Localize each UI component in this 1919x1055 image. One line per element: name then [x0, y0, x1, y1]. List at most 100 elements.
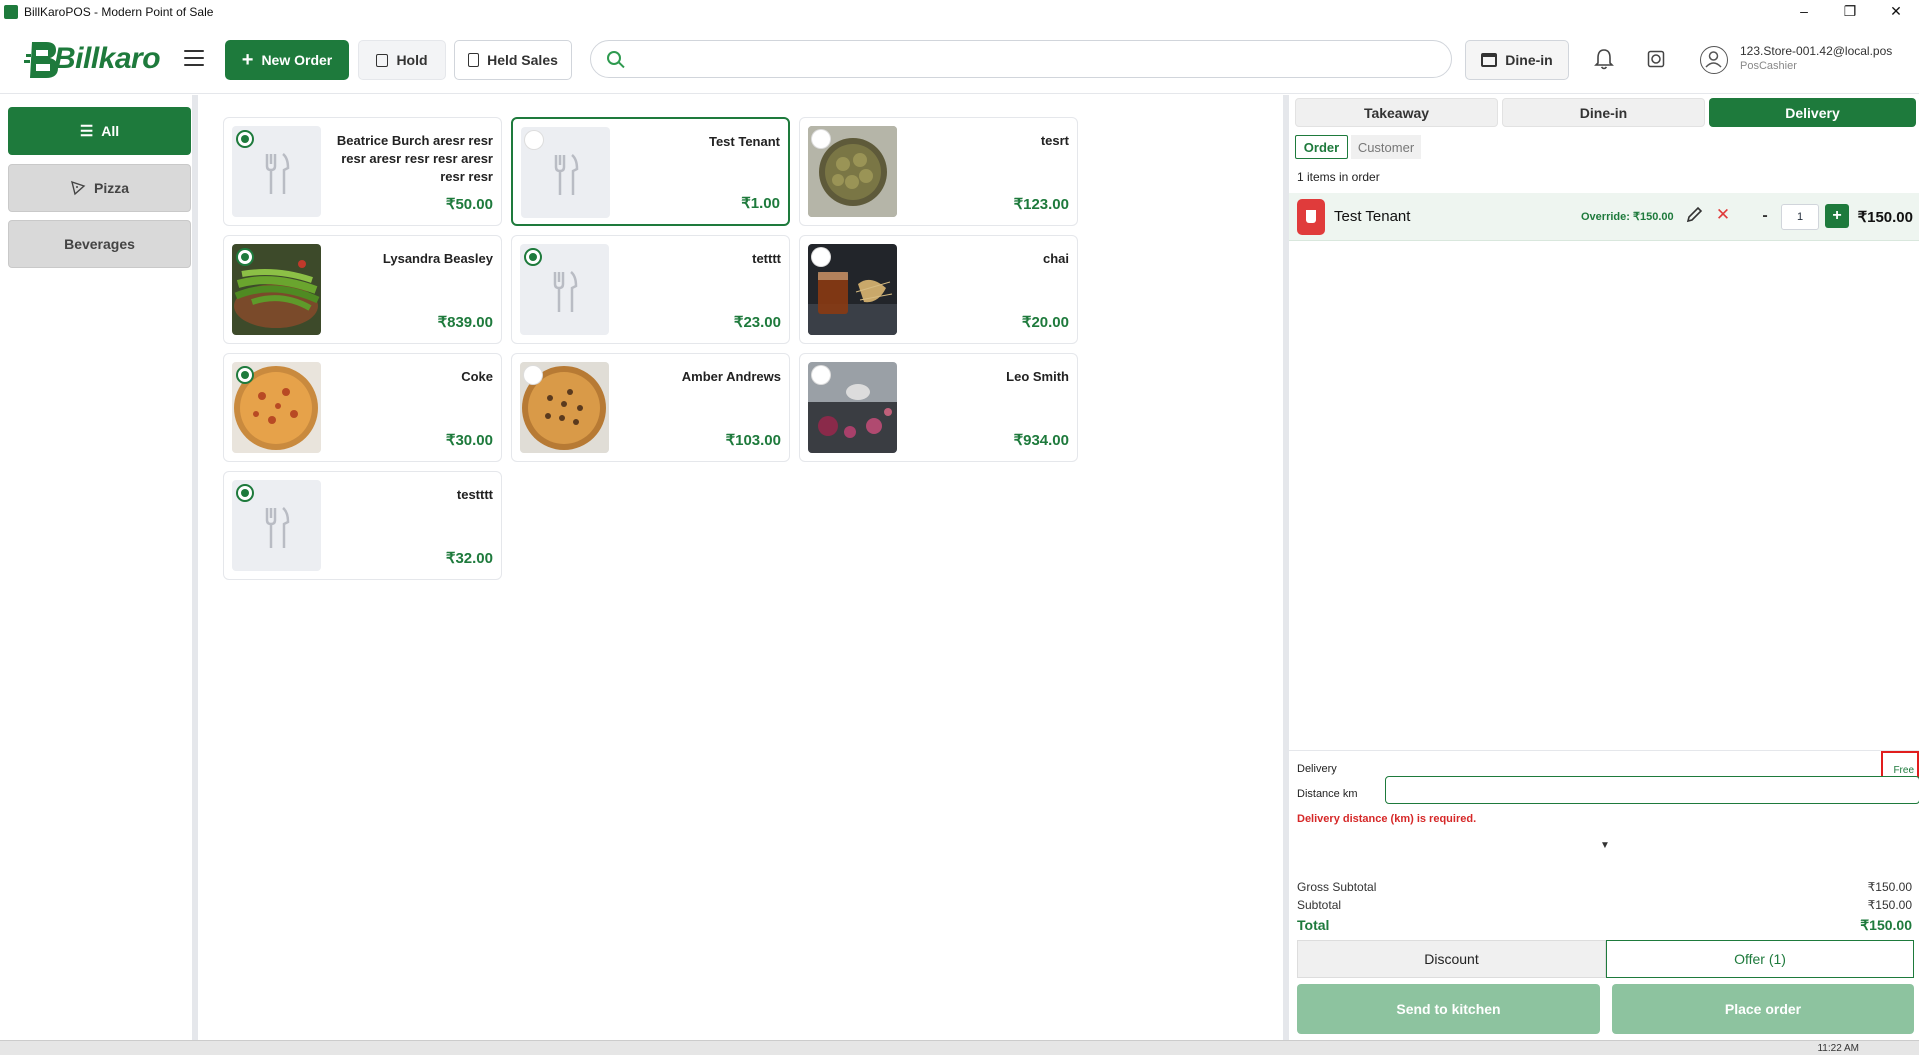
- product-price: ₹20.00: [1021, 314, 1069, 331]
- product-price: ₹934.00: [1013, 432, 1069, 449]
- subtab-order[interactable]: Order: [1295, 135, 1348, 159]
- subtotal-row: Subtotal ₹150.00: [1297, 898, 1912, 912]
- table-icon: [1481, 53, 1498, 67]
- product-radio[interactable]: [236, 366, 254, 384]
- subtab-customer[interactable]: Customer: [1351, 135, 1421, 159]
- line-item-name: Test Tenant: [1334, 208, 1411, 225]
- sync-icon[interactable]: [1642, 45, 1670, 73]
- product-price: ₹123.00: [1013, 196, 1069, 213]
- search-input[interactable]: [633, 41, 1433, 77]
- search-bar: [590, 40, 1452, 78]
- held-sales-button[interactable]: Held Sales: [454, 40, 572, 80]
- product-card[interactable]: tesrt ₹123.00: [799, 117, 1078, 226]
- logo-mark-icon: [24, 42, 58, 78]
- new-order-button[interactable]: + New Order: [225, 40, 349, 80]
- restore-icon[interactable]: ❐: [1827, 0, 1873, 24]
- product-card[interactable]: Coke ₹30.00: [223, 353, 502, 462]
- category-label: All: [101, 123, 120, 139]
- product-name: Lysandra Beasley: [382, 251, 493, 266]
- total-label: Total: [1297, 917, 1330, 933]
- hold-button[interactable]: Hold: [358, 40, 446, 80]
- os-taskbar: 11:22 AM: [0, 1040, 1919, 1055]
- product-radio[interactable]: [812, 248, 830, 266]
- discount-button[interactable]: Discount: [1297, 940, 1606, 978]
- product-name: Leo Smith: [1006, 369, 1069, 384]
- product-price: ₹32.00: [445, 550, 493, 567]
- bell-icon[interactable]: [1590, 45, 1618, 73]
- product-price: ₹839.00: [437, 314, 493, 331]
- cutlery-icon: [265, 153, 290, 194]
- category-label: Beverages: [64, 236, 135, 252]
- category-label: Pizza: [93, 180, 129, 196]
- qty-decrease-button[interactable]: -: [1753, 205, 1777, 229]
- cutlery-icon: [265, 507, 290, 548]
- product-card[interactable]: Test Tenant ₹1.00: [511, 117, 790, 226]
- delivery-section: Delivery Free Distance km Delivery dista…: [1289, 750, 1919, 845]
- product-card[interactable]: Amber Andrews ₹103.00: [511, 353, 790, 462]
- product-price: ₹23.00: [733, 314, 781, 331]
- distance-input[interactable]: [1385, 776, 1919, 804]
- product-card[interactable]: Beatrice Burch aresr resr resr aresr res…: [223, 117, 502, 226]
- user-role: PosCashier: [1740, 60, 1797, 72]
- price-override: Override: ₹150.00: [1581, 211, 1674, 223]
- product-card[interactable]: Leo Smith ₹934.00: [799, 353, 1078, 462]
- product-card[interactable]: testttt ₹32.00: [223, 471, 502, 580]
- category-beverages[interactable]: Beverages: [8, 220, 191, 268]
- collapse-toggle-icon[interactable]: ▼: [1595, 840, 1615, 854]
- dine-in-mode-button[interactable]: Dine-in: [1465, 40, 1569, 80]
- product-radio[interactable]: [236, 130, 254, 148]
- close-icon[interactable]: ✕: [1873, 0, 1919, 24]
- product-name: testttt: [456, 487, 493, 502]
- cutlery-icon: [554, 154, 579, 195]
- pizza-icon: [70, 180, 86, 196]
- qty-increase-button[interactable]: +: [1825, 204, 1849, 228]
- product-card[interactable]: Lysandra Beasley ₹839.00: [223, 235, 502, 344]
- tab-delivery[interactable]: Delivery: [1709, 98, 1916, 127]
- line-item-price: ₹150.00: [1857, 209, 1913, 226]
- tab-dine-in[interactable]: Dine-in: [1502, 98, 1705, 127]
- minimize-icon[interactable]: –: [1781, 0, 1827, 24]
- app-icon: [4, 5, 18, 19]
- product-card[interactable]: tetttt ₹23.00: [511, 235, 790, 344]
- tab-takeaway[interactable]: Takeaway: [1295, 98, 1498, 127]
- total-value: ₹150.00: [1860, 917, 1912, 933]
- send-to-kitchen-button[interactable]: Send to kitchen: [1297, 984, 1600, 1034]
- product-price: ₹50.00: [445, 196, 493, 213]
- pause-icon: [376, 53, 389, 67]
- user-profile[interactable]: 123.Store-001.42@local.pos PosCashier: [1700, 42, 1910, 78]
- order-panel: Takeaway Dine-in Delivery Order Customer…: [1283, 95, 1919, 1040]
- product-price: ₹103.00: [725, 432, 781, 449]
- product-radio[interactable]: [236, 248, 254, 266]
- gross-subtotal-label: Gross Subtotal: [1297, 880, 1377, 894]
- category-pizza[interactable]: Pizza: [8, 164, 191, 212]
- list-icon: ☰: [79, 123, 94, 140]
- product-radio[interactable]: [525, 131, 543, 149]
- window-controls: – ❐ ✕: [1781, 0, 1919, 24]
- clipboard-icon: [468, 53, 480, 67]
- qty-input[interactable]: 1: [1781, 204, 1819, 230]
- taskbar-clock: 11:22 AM: [1817, 1043, 1859, 1054]
- user-email: 123.Store-001.42@local.pos: [1740, 44, 1893, 58]
- cutlery-icon: [553, 271, 578, 312]
- subtotal-label: Subtotal: [1297, 898, 1342, 912]
- product-name: Beatrice Burch aresr resr resr aresr res…: [336, 133, 493, 184]
- order-line-item: Test Tenant Override: ₹150.00 ✕ - 1 + ₹1…: [1289, 193, 1919, 241]
- dine-in-mode-label: Dine-in: [1505, 52, 1553, 68]
- edit-pencil-icon[interactable]: [1685, 206, 1705, 226]
- place-order-button[interactable]: Place order: [1612, 984, 1914, 1034]
- remove-icon[interactable]: ✕: [1713, 205, 1733, 225]
- logo-text: Billkaro: [54, 42, 161, 75]
- product-name: Test Tenant: [708, 134, 780, 149]
- product-name: Coke: [461, 369, 493, 384]
- offer-button[interactable]: Offer (1): [1606, 940, 1914, 978]
- distance-label: Distance km: [1297, 788, 1358, 800]
- product-radio[interactable]: [236, 484, 254, 502]
- product-radio[interactable]: [812, 366, 830, 384]
- menu-icon[interactable]: [184, 50, 204, 66]
- product-radio[interactable]: [524, 366, 542, 384]
- product-radio[interactable]: [524, 248, 542, 266]
- category-all[interactable]: ☰ All: [8, 107, 191, 155]
- product-card[interactable]: chai ₹20.00: [799, 235, 1078, 344]
- product-radio[interactable]: [812, 130, 830, 148]
- product-name: tesrt: [1040, 133, 1069, 148]
